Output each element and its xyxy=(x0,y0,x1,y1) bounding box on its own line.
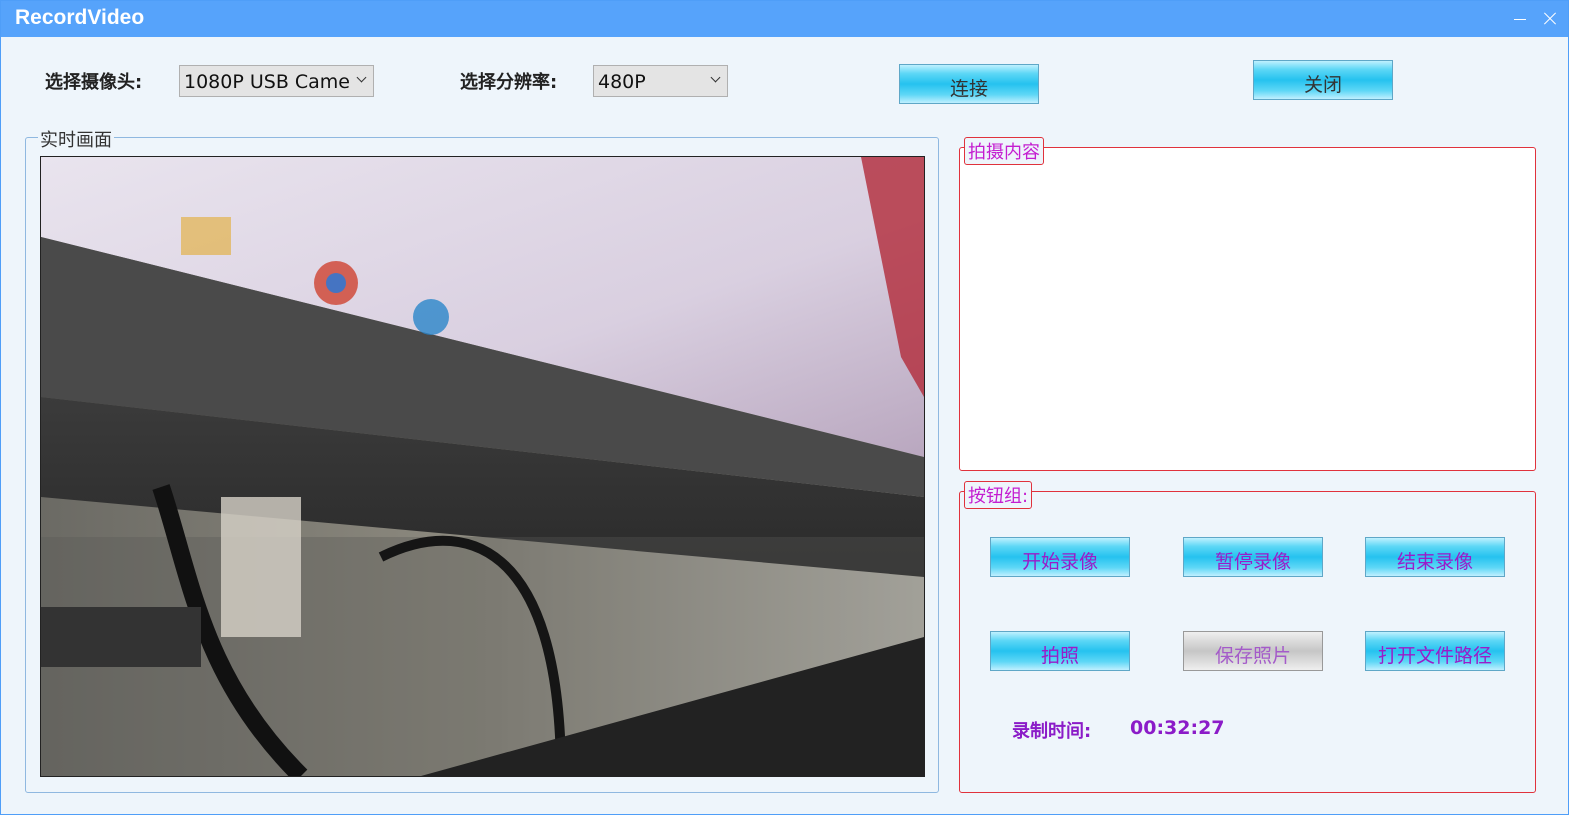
resolution-select[interactable]: 480P xyxy=(593,65,728,97)
chevron-down-icon xyxy=(711,73,721,83)
close-button-label: 关闭 xyxy=(1303,74,1342,96)
live-video-feed xyxy=(40,156,925,777)
camera-select-value: 1080P USB Came xyxy=(184,71,350,93)
window-title: RecordVideo xyxy=(15,6,145,29)
start-recording-button[interactable]: 开始录像 xyxy=(990,537,1130,577)
minimize-icon[interactable] xyxy=(1512,9,1530,27)
stop-recording-label: 结束录像 xyxy=(1396,551,1473,573)
camera-label: 选择摄像头: xyxy=(45,72,143,93)
resolution-label: 选择分辨率: xyxy=(460,72,558,93)
save-photo-button[interactable]: 保存照片 xyxy=(1183,631,1323,671)
capture-content-legend: 拍摄内容 xyxy=(964,137,1044,165)
start-recording-label: 开始录像 xyxy=(1021,551,1098,573)
close-button[interactable]: 关闭 xyxy=(1253,60,1393,100)
camera-frame-image xyxy=(41,157,924,776)
take-photo-button[interactable]: 拍照 xyxy=(990,631,1130,671)
save-photo-label: 保存照片 xyxy=(1214,645,1291,667)
open-folder-label: 打开文件路径 xyxy=(1377,645,1492,667)
resolution-select-value: 480P xyxy=(598,71,646,93)
live-view-legend: 实时画面 xyxy=(38,126,114,152)
close-window-icon[interactable] xyxy=(1541,9,1559,27)
title-bar[interactable]: RecordVideo xyxy=(1,1,1568,37)
stop-recording-button[interactable]: 结束录像 xyxy=(1365,537,1505,577)
button-group-legend: 按钮组: xyxy=(964,481,1033,509)
connect-button-label: 连接 xyxy=(949,78,988,100)
recording-time-label: 录制时间: xyxy=(1012,721,1092,742)
open-folder-button[interactable]: 打开文件路径 xyxy=(1365,631,1505,671)
connect-button[interactable]: 连接 xyxy=(899,64,1039,104)
recording-time-value: 00:32:27 xyxy=(1130,717,1225,739)
app-window: RecordVideo 选择摄像头: 1080P USB Came 选择分辨率:… xyxy=(0,0,1569,815)
take-photo-label: 拍照 xyxy=(1040,645,1079,667)
pause-recording-button[interactable]: 暂停录像 xyxy=(1183,537,1323,577)
camera-select[interactable]: 1080P USB Came xyxy=(179,65,374,97)
chevron-down-icon xyxy=(357,73,367,83)
capture-content-group: 拍摄内容 xyxy=(959,137,1536,471)
pause-recording-label: 暂停录像 xyxy=(1214,551,1291,573)
